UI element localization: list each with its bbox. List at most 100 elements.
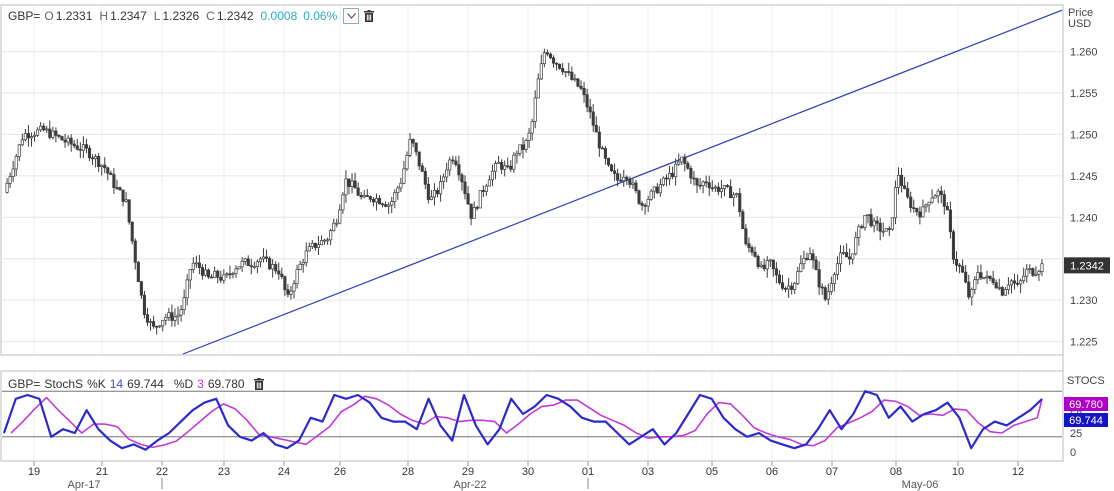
candle-body: [570, 71, 574, 80]
candle-body: [206, 269, 211, 278]
candle-body: [100, 164, 104, 167]
candle-body: [652, 186, 656, 192]
close-value: 1.2342: [216, 9, 254, 23]
candle-body: [527, 132, 531, 141]
candle-body: [722, 185, 727, 189]
candle-body: [362, 195, 366, 198]
candle-body: [133, 240, 137, 263]
candle-body: [896, 174, 901, 188]
candle-body: [60, 136, 64, 141]
candle-body: [628, 178, 632, 185]
candle-body: [576, 78, 580, 87]
x-axis-day-label: 21: [96, 466, 108, 478]
candle-body: [249, 265, 253, 267]
candle-body: [793, 283, 797, 290]
candle-body: [732, 194, 736, 199]
k-value: 69.744: [127, 377, 164, 391]
candle-body: [484, 185, 488, 192]
indicator-legend: GBP= StochS %K 14 69.744 %D 3 69.780: [8, 376, 269, 392]
candle-body: [280, 273, 284, 277]
candle-body: [90, 157, 95, 160]
candle-body: [39, 125, 43, 131]
candle-body: [1006, 284, 1010, 290]
x-axis-day-label: 28: [402, 466, 414, 478]
candle-body: [759, 264, 763, 267]
candle-body: [222, 274, 226, 281]
price-tick-label: 1.245: [1070, 171, 1098, 183]
candle-body: [188, 269, 192, 281]
candle-body: [808, 253, 812, 260]
candle-body: [518, 144, 522, 154]
candle-body: [185, 279, 189, 299]
candle-body: [332, 222, 336, 231]
candle-body: [11, 168, 15, 177]
candle-body: [1022, 275, 1026, 282]
candle-body: [283, 276, 287, 291]
candle-body: [466, 193, 470, 205]
candle-body: [765, 260, 769, 270]
candle-body: [271, 264, 275, 270]
candle-body: [57, 135, 61, 137]
candle-body: [75, 145, 79, 150]
x-axis-month-label: Apr-17: [67, 479, 100, 491]
candle-body: [377, 197, 382, 205]
candle-body: [1040, 263, 1044, 272]
candle-body: [594, 124, 598, 133]
candle-body: [985, 275, 989, 278]
chevron-down-icon[interactable]: [343, 8, 360, 24]
candle-body: [426, 183, 430, 200]
candle-body: [811, 253, 815, 261]
stochastic-axis-title: STOCS: [1067, 375, 1105, 387]
candle-body: [680, 156, 684, 163]
candle-body: [14, 156, 18, 170]
k-label: %K: [87, 377, 106, 391]
close-label: C: [206, 9, 215, 23]
symbol-label: GBP=: [8, 9, 41, 23]
candle-body: [567, 71, 571, 73]
candle-body: [606, 157, 611, 166]
candle-body: [573, 78, 577, 81]
candle-body: [982, 277, 986, 279]
candle-body: [747, 243, 751, 248]
candle-body: [646, 199, 650, 207]
candle-body: [942, 194, 946, 207]
candle-body: [1037, 271, 1041, 275]
trash-icon[interactable]: [363, 9, 375, 23]
candle-body: [1000, 287, 1004, 296]
candle-body: [799, 263, 803, 272]
candle-body: [658, 184, 662, 194]
candle-body: [817, 269, 821, 288]
candle-body: [832, 274, 836, 284]
candle-body: [469, 203, 473, 219]
candle-body: [442, 176, 446, 182]
candle-body: [246, 258, 250, 266]
price-badge-label: 1.2342: [1070, 260, 1104, 272]
candle-body: [539, 63, 543, 80]
candle-body: [515, 152, 519, 156]
candle-body: [512, 154, 516, 170]
candle-body: [915, 208, 919, 213]
candle-body: [97, 156, 101, 167]
candle-body: [631, 182, 635, 185]
chart-canvas[interactable]: 1.2251.2301.2401.2451.2501.2551.26002550…: [0, 0, 1114, 491]
candle-body: [640, 203, 644, 206]
candle-body: [948, 209, 952, 233]
trash-icon[interactable]: [253, 377, 265, 391]
candle-body: [78, 148, 82, 151]
candle-body: [988, 275, 992, 279]
candle-body: [707, 182, 711, 189]
price-tick-label: 1.225: [1070, 337, 1098, 349]
candle-body: [497, 161, 501, 164]
d-period: 3: [197, 377, 204, 391]
candle-body: [234, 268, 238, 274]
candle-body: [970, 288, 974, 298]
candle-body: [8, 176, 12, 184]
candle-body: [390, 201, 394, 206]
candle-body: [396, 187, 400, 194]
candle-body: [735, 193, 739, 196]
candle-body: [42, 125, 46, 131]
candle-body: [921, 206, 925, 218]
candle-body: [228, 273, 232, 276]
candle-body: [814, 259, 818, 271]
candle-body: [216, 270, 220, 278]
